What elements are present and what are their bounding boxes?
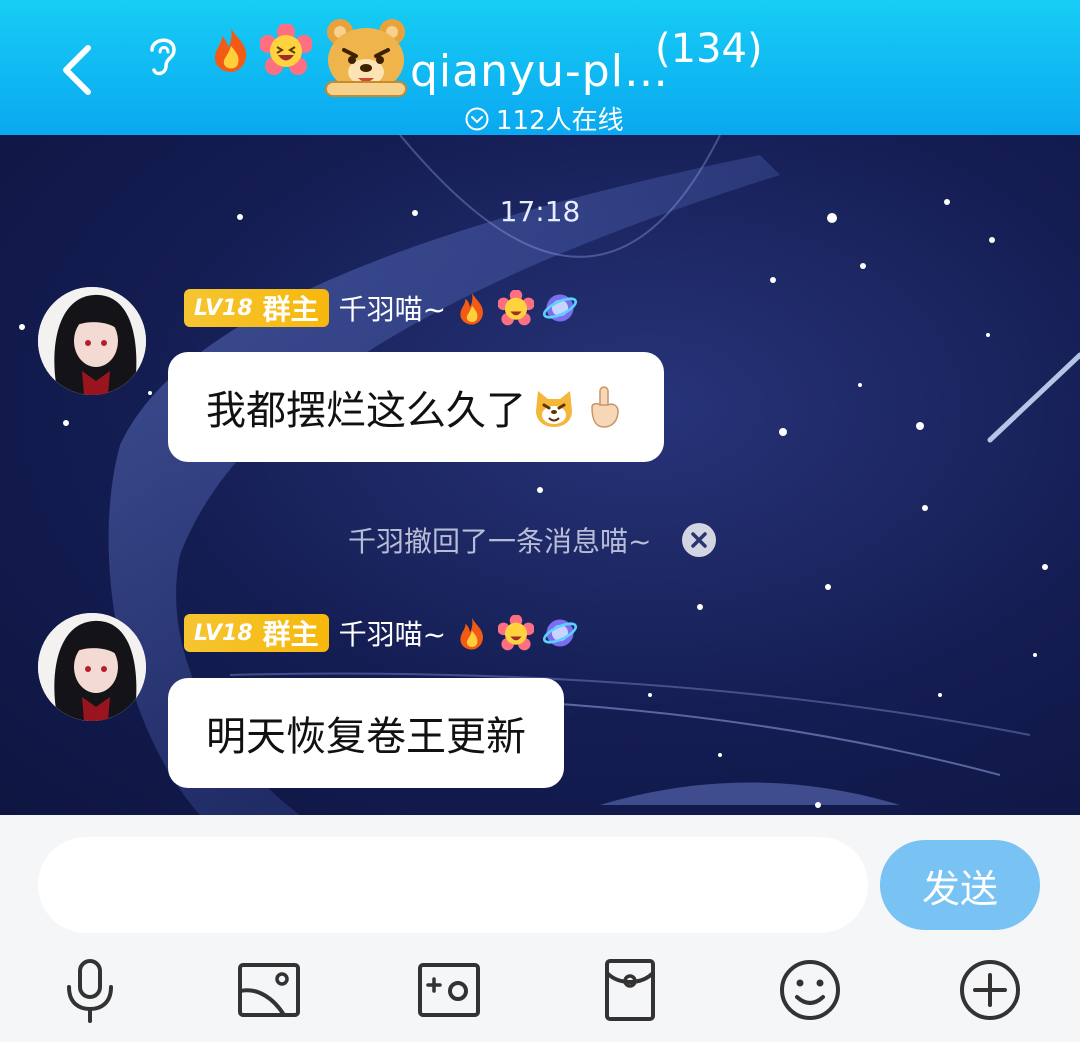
image-icon[interactable] [234,955,304,1025]
close-icon[interactable] [681,522,717,558]
sender-avatar[interactable] [38,613,146,721]
message-bubble[interactable]: 明天恢复卷王更新 [168,678,564,788]
sender-nickname[interactable]: 千羽喵~ [339,288,446,328]
chevron-down-circle-icon [465,107,489,130]
role-text: 群主 [262,618,319,651]
laughing-flower-icon [498,615,535,651]
message-meta: LV18 群主 千羽喵~ [184,613,578,653]
input-bar: 发送 [0,815,1080,1042]
camera-icon[interactable] [414,955,484,1025]
message-timestamp: 17:18 [499,195,581,228]
send-button[interactable]: 发送 [880,840,1040,930]
message-text: 我都摆烂这么久了 [206,388,526,434]
level-text: LV18 [194,295,253,321]
message-text: 明天恢复卷王更新 [206,714,526,760]
role-text: 群主 [262,293,319,326]
message-bubble[interactable]: 我都摆烂这么久了 [168,352,664,462]
message-input[interactable] [38,837,868,933]
level-badge: LV18 群主 [184,614,329,652]
fire-badge-icon [460,617,484,650]
chat-area[interactable]: 17:18 LV18 群主 千羽喵~ 我都摆烂这么久了 千羽撤回了一条消息喵~ … [0,135,1080,815]
pointing-up-hand-icon [591,386,619,428]
online-status[interactable]: 112人在线 [464,100,624,137]
microphone-icon[interactable] [55,955,125,1025]
group-title[interactable]: qianyu-pl… [410,46,669,97]
laughing-flower-icon [260,24,312,75]
dog-face-emoji-icon [536,391,572,427]
back-arrow-icon[interactable] [50,38,106,98]
level-text: LV18 [194,620,253,646]
emoji-icon[interactable] [775,955,845,1025]
planet-badge-icon [543,619,578,647]
message-meta: LV18 群主 千羽喵~ [184,288,578,328]
fire-badge-icon [214,28,247,72]
laughing-flower-icon [498,290,535,326]
recall-text: 千羽撤回了一条消息喵~ [348,525,652,558]
plus-icon[interactable] [955,955,1025,1025]
online-count-text: 112人在线 [496,106,624,136]
planet-badge-icon [543,294,578,322]
sender-nickname[interactable]: 千羽喵~ [339,613,446,653]
chat-header: qianyu-pl… (134) 112人在线 [0,0,1080,137]
fire-badge-icon [460,292,484,325]
angry-bear-sticker [325,19,407,97]
recall-notice: 千羽撤回了一条消息喵~ [348,520,717,560]
member-count: (134) [655,26,763,72]
level-badge: LV18 群主 [184,289,329,327]
red-packet-icon[interactable] [595,955,665,1025]
sender-avatar[interactable] [38,287,146,395]
ear-icon[interactable] [140,30,184,80]
